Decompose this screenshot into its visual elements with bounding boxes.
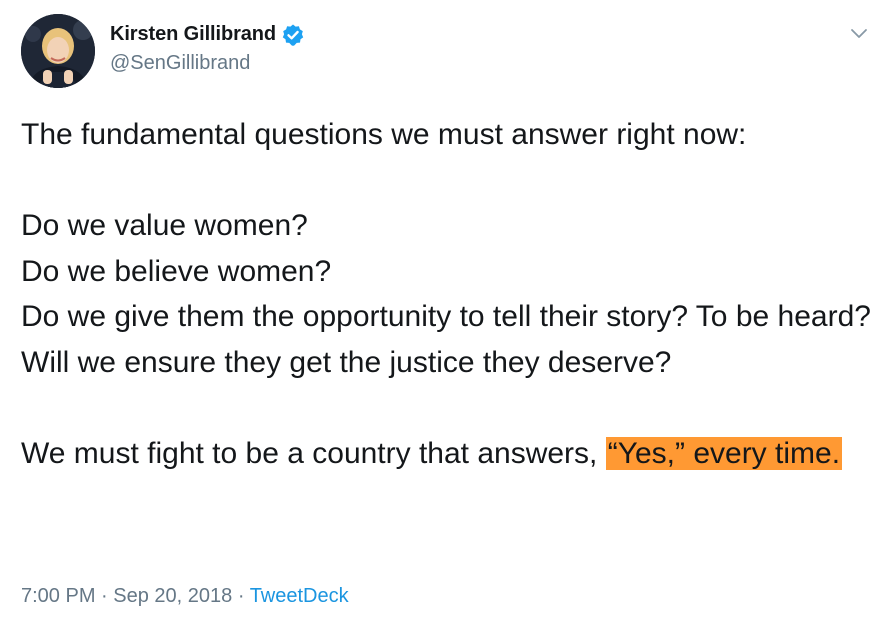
tweet-line: Do we give them the opportunity to tell …	[21, 300, 871, 333]
paragraph-break	[21, 385, 881, 431]
tweet-card: Kirsten Gillibrand @SenGillibrand The fu…	[0, 0, 893, 631]
verified-badge-icon	[281, 23, 305, 47]
meta-separator: ·	[232, 585, 250, 607]
tweet-source-link[interactable]: TweetDeck	[250, 585, 349, 607]
tweet-closing-line: We must fight to be a country that answe…	[21, 431, 881, 477]
chevron-down-icon[interactable]	[848, 22, 870, 44]
author-handle[interactable]: @SenGillibrand	[110, 52, 250, 75]
tweet-line: Do we value women?	[21, 209, 308, 242]
avatar-photo	[21, 14, 95, 88]
tweet-meta: 7:00 PM · Sep 20, 2018 · TweetDeck	[21, 585, 349, 608]
paragraph-break	[21, 158, 881, 204]
tweet-closing-plain: We must fight to be a country that answe…	[21, 436, 606, 470]
meta-separator: ·	[95, 585, 114, 607]
tweet-line: The fundamental questions we must answer…	[21, 118, 747, 151]
tweet-line: Do we believe women?	[21, 254, 332, 288]
tweet-text: The fundamental questions we must answer…	[21, 112, 881, 476]
tweet-time[interactable]: 7:00 PM	[21, 585, 95, 607]
highlighted-text: “Yes,” every time.	[605, 436, 843, 470]
tweet-date[interactable]: Sep 20, 2018	[113, 585, 232, 607]
author-display-name[interactable]: Kirsten Gillibrand	[110, 23, 276, 46]
tweet-line: Will we ensure they get the justice they…	[21, 345, 672, 379]
avatar[interactable]	[21, 14, 95, 88]
author-name-row: Kirsten Gillibrand	[110, 22, 305, 47]
